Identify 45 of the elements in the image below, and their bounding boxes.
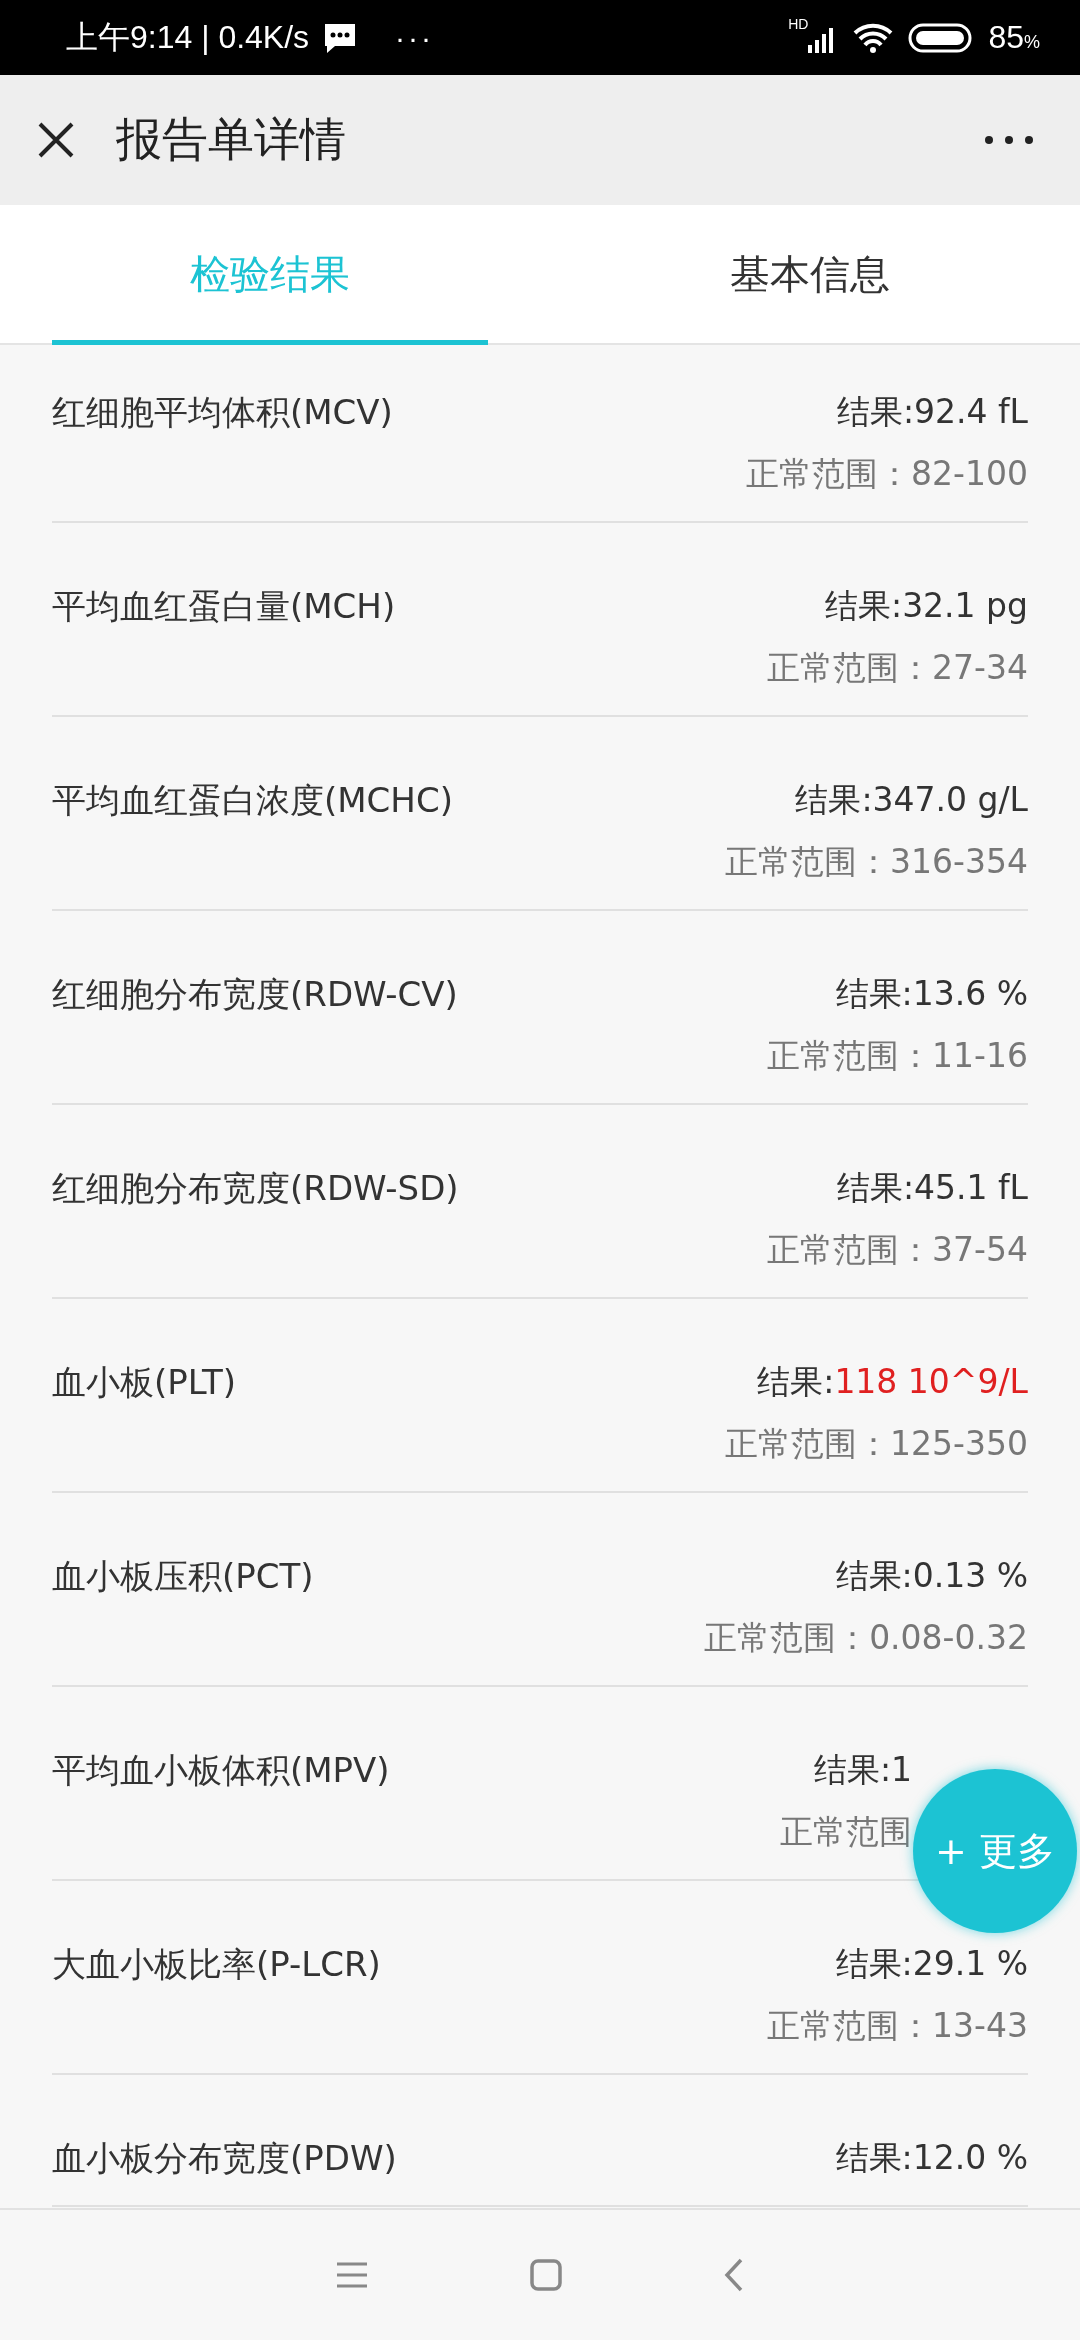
percent-sign: % (1024, 32, 1040, 53)
test-name: 大血小板比率(P-LCR) (52, 1943, 381, 1986)
normal-range: 正常范围：11-16 (767, 1035, 1028, 1077)
battery-percent: 85 (988, 19, 1024, 56)
test-name: 平均血小板体积(MPV) (52, 1749, 390, 1792)
result-value: 结果:92.4 fL (836, 391, 1028, 433)
normal-range: 正常范围：82-100 (746, 453, 1028, 495)
menu-icon[interactable] (335, 2261, 369, 2289)
more-notifications: ··· (395, 20, 435, 55)
result-value: 结果:12.0 % (835, 2137, 1028, 2179)
test-name: 血小板压积(PCT) (52, 1555, 314, 1598)
result-value: 结果:32.1 pg (825, 585, 1028, 627)
normal-range: 正常范围 (780, 1811, 912, 1853)
normal-range: 正常范围：13-43 (767, 2005, 1028, 2047)
test-name: 红细胞分布宽度(RDW-CV) (52, 973, 458, 1016)
more-icon (984, 135, 1034, 145)
back-icon[interactable] (723, 2257, 745, 2293)
test-name: 平均血红蛋白浓度(MCHC) (52, 779, 453, 822)
tab[interactable]: 检验结果 (0, 205, 540, 343)
normal-range: 正常范围：0.08-0.32 (704, 1617, 1028, 1659)
tab[interactable]: 基本信息 (540, 205, 1080, 343)
result-value: 结果:118 10^9/L (757, 1361, 1028, 1403)
more-fab[interactable]: + 更多 (913, 1769, 1077, 1933)
result-value: 结果:13.6 % (835, 973, 1028, 1015)
result-value: 结果:29.1 % (835, 1943, 1028, 1985)
normal-range: 正常范围：37-54 (767, 1229, 1028, 1271)
wifi-icon (852, 21, 895, 54)
normal-range: 正常范围：125-350 (725, 1423, 1028, 1465)
close-icon (36, 120, 76, 160)
status-time: 上午9:14 | 0.4K/s (66, 17, 310, 57)
test-name: 血小板(PLT) (52, 1361, 237, 1404)
result-value: 结果:45.1 fL (836, 1167, 1028, 1209)
test-name: 红细胞分布宽度(RDW-SD) (52, 1167, 459, 1210)
network-label: HD (788, 16, 809, 32)
result-value: 结果:1 (813, 1749, 912, 1791)
result-value: 结果:347.0 g/L (795, 779, 1028, 821)
result-value: 结果:0.13 % (835, 1555, 1028, 1597)
normal-range: 正常范围：27-34 (767, 647, 1028, 689)
test-name: 红细胞平均体积(MCV) (52, 391, 393, 434)
normal-range: 正常范围：316-354 (725, 841, 1028, 883)
message-icon (323, 21, 358, 54)
test-name: 平均血红蛋白量(MCH) (52, 585, 396, 628)
test-name: 血小板分布宽度(PDW) (52, 2137, 397, 2180)
page-title: 报告单详情 (116, 111, 347, 168)
home-icon[interactable] (529, 2258, 563, 2292)
